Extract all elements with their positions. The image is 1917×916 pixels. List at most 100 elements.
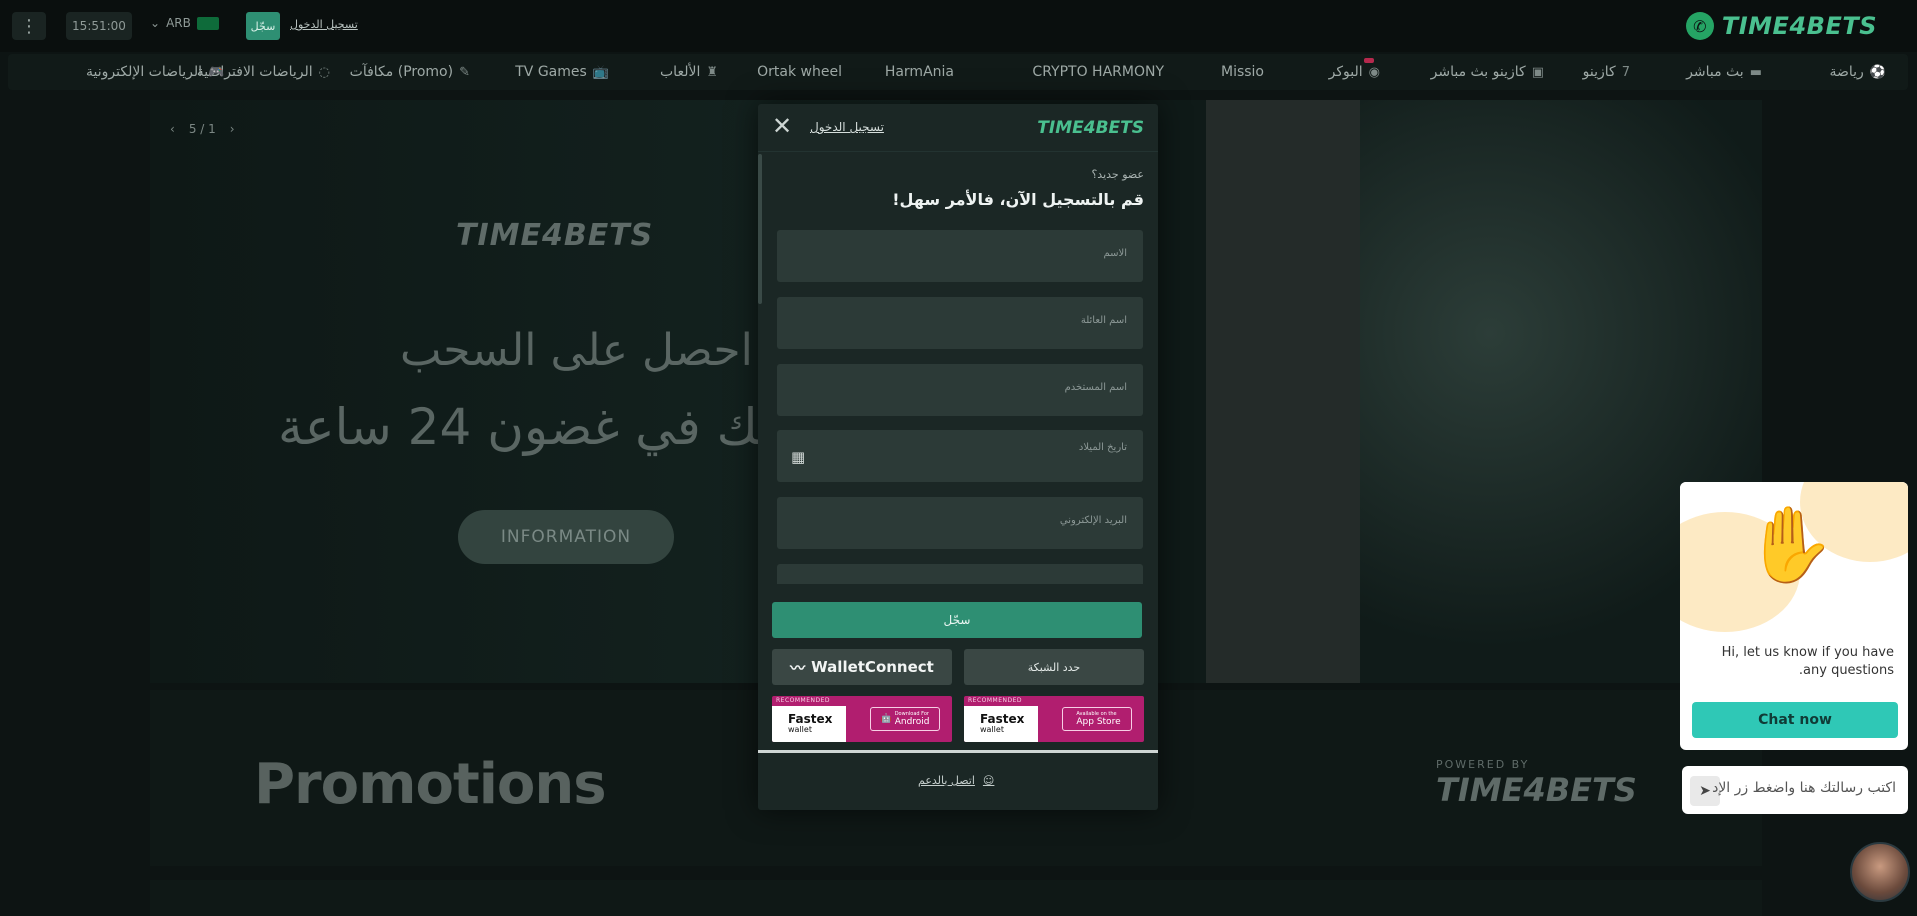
game-strip	[150, 880, 1762, 916]
main-nav: رياضة ⚽ بث مباشر ▬ كازينو 7 كازينو بث مب…	[8, 54, 1908, 90]
next-field[interactable]	[777, 564, 1143, 584]
chat-illustration: ✋	[1680, 482, 1908, 632]
support-agent-icon: ☺	[982, 774, 995, 787]
store-label: Android	[894, 717, 930, 727]
promotions-title: Promotions	[254, 752, 607, 817]
new-member-text: عضو جديد؟	[1091, 168, 1144, 181]
nav-label: Missio	[1220, 64, 1264, 80]
email-field[interactable]: البريد الإلكتروني	[777, 497, 1143, 549]
registration-modal: ✕ تسجيل الدخول TIME4BETS عضو جديد؟ قم با…	[758, 104, 1158, 810]
fastex-name: Fastex	[788, 712, 833, 726]
calendar-icon[interactable]: ▦	[791, 448, 807, 466]
nav-label: Ortak wheel	[757, 64, 842, 80]
nav-label: TV Games	[515, 64, 587, 80]
soccer-icon: ⚽	[1869, 64, 1886, 80]
fastex-logo: Fastex wallet	[964, 706, 1038, 742]
username-field[interactable]: اسم المستخدم	[777, 364, 1143, 416]
nav-item-casino[interactable]: كازينو 7	[1583, 54, 1630, 90]
slider-nav: ‹ 5 / 1 ›	[170, 122, 235, 136]
hero-photo	[1206, 100, 1360, 683]
fastex-android-badge[interactable]: RECOMMENDED Fastex wallet 🤖 Download For…	[772, 696, 952, 742]
support-label: اتصل بالدعم	[918, 774, 975, 787]
login-link[interactable]: تسجيل الدخول	[290, 18, 358, 31]
nav-item-live[interactable]: بث مباشر ▬	[1686, 54, 1762, 90]
virtual-icon: ◌	[318, 64, 330, 80]
brand-name: TIME4BETS	[1721, 12, 1877, 40]
nav-label: HarmAnia	[884, 64, 954, 80]
walletconnect-label: WalletConnect	[811, 658, 934, 676]
flag-icon	[196, 16, 219, 30]
nav-item-esports[interactable]: الرياضات الإلكترونية 🎮	[86, 54, 224, 90]
register-button[interactable]: سجّل	[246, 12, 280, 40]
nav-item-sports[interactable]: رياضة ⚽	[1829, 54, 1886, 90]
powered-label: POWERED BY	[1436, 758, 1530, 771]
nav-item-ortak-wheel[interactable]: Ortak wheel	[757, 54, 842, 90]
dealer-icon: ▣	[1531, 64, 1544, 80]
nav-label: البوكر	[1328, 64, 1363, 80]
nav-label: كازينو بث مباشر	[1430, 64, 1526, 80]
nav-item-live-casino[interactable]: كازينو بث مباشر ▣	[1431, 54, 1544, 90]
nav-label: CRYPTO HARMONY	[1032, 64, 1164, 80]
hero-logo: TIME4BETS	[456, 218, 654, 253]
nav-item-games[interactable]: الألعاب ♜	[660, 54, 718, 90]
poker-chip-icon: ◉	[1368, 64, 1380, 80]
birth-date-field[interactable]: تاريخ الميلاد ▦	[777, 430, 1143, 482]
walletconnect-button[interactable]: 〰 WalletConnect	[772, 649, 952, 685]
seven-icon: 7	[1621, 64, 1630, 80]
kebab-menu-icon[interactable]: ⋮	[12, 12, 46, 40]
family-name-placeholder: اسم العائلة	[1080, 315, 1127, 326]
scrollbar-thumb[interactable]	[758, 154, 762, 304]
hero-headline-1: احصل على السحب	[400, 325, 753, 376]
family-name-field[interactable]: اسم العائلة	[777, 297, 1143, 349]
nav-item-harmania[interactable]: HarmAnia	[885, 54, 954, 90]
register-submit-button[interactable]: سجّل	[772, 602, 1142, 638]
nav-label: مكافآت (Promo)	[349, 64, 454, 80]
gift-icon: ✎	[459, 64, 470, 80]
chat-agent-avatar[interactable]	[1850, 842, 1910, 902]
close-icon[interactable]: ✕	[770, 112, 794, 140]
chevron-down-icon: ⌄	[150, 16, 161, 30]
waving-hand-icon: ✋	[1744, 502, 1837, 588]
register-headline: قم بالتسجيل الآن، فالأمر سهل!	[892, 190, 1144, 209]
select-network-button[interactable]: حدد الشبكة	[964, 649, 1144, 685]
nav-item-promo[interactable]: مكافآت (Promo) ✎	[350, 54, 470, 90]
chevron-left-icon[interactable]: ‹	[170, 122, 175, 136]
store-label: App Store	[1076, 717, 1121, 727]
fastex-sub: wallet	[980, 725, 1004, 734]
fastex-logo: Fastex wallet	[772, 706, 846, 742]
clock: 15:51:00	[66, 12, 132, 40]
language-code: ARB	[166, 16, 191, 30]
gamepad-icon: 🎮	[208, 64, 225, 80]
recommended-label: RECOMMENDED	[968, 697, 1023, 704]
name-field[interactable]: الاسم	[777, 230, 1143, 282]
new-badge	[1364, 58, 1374, 63]
chat-greeting: Hi, let us know if you have any question…	[1721, 645, 1894, 678]
nav-item-crypto-harmony[interactable]: CRYPTO HARMONY	[1032, 54, 1164, 90]
tv-icon: 📺	[592, 64, 609, 80]
powered-by: POWERED BY TIME4BETS	[1436, 758, 1637, 809]
nav-item-poker[interactable]: البوكر ◉	[1329, 54, 1380, 90]
modal-login-link[interactable]: تسجيل الدخول	[810, 120, 884, 134]
chat-input-box[interactable]: ➤ اكتب رسالتك هنا واضغط زر الإد	[1682, 766, 1908, 814]
contact-support-link[interactable]: ☺ اتصل بالدعم	[918, 774, 994, 787]
chat-now-button[interactable]: Chat now	[1692, 702, 1898, 738]
android-store: 🤖 Download For Android	[870, 707, 940, 731]
fastex-sub: wallet	[788, 725, 812, 734]
language-selector[interactable]: ⌄ ARB	[150, 16, 219, 30]
chevron-right-icon[interactable]: ›	[230, 122, 235, 136]
slide-counter: 5 / 1	[188, 122, 216, 136]
whatsapp-icon[interactable]: ✆	[1685, 12, 1714, 40]
nav-item-missio[interactable]: Missio	[1221, 54, 1264, 90]
fastex-appstore-badge[interactable]: RECOMMENDED Fastex wallet Available on t…	[964, 696, 1144, 742]
email-placeholder: البريد الإلكتروني	[1059, 515, 1127, 526]
nav-item-tv-games[interactable]: TV Games 📺	[515, 54, 609, 90]
information-button[interactable]: INFORMATION	[458, 510, 674, 564]
username-placeholder: اسم المستخدم	[1064, 382, 1127, 393]
live-icon: ▬	[1749, 64, 1762, 80]
appstore-store: Available on the App Store	[1062, 707, 1132, 731]
chat-input-placeholder: اكتب رسالتك هنا واضغط زر الإد	[1712, 780, 1896, 796]
recommended-label: RECOMMENDED	[776, 697, 831, 704]
site-logo[interactable]: ✆ TIME4BETS	[1685, 12, 1877, 40]
powered-brand: TIME4BETS	[1436, 771, 1637, 809]
modal-logo: TIME4BETS	[1037, 118, 1144, 138]
